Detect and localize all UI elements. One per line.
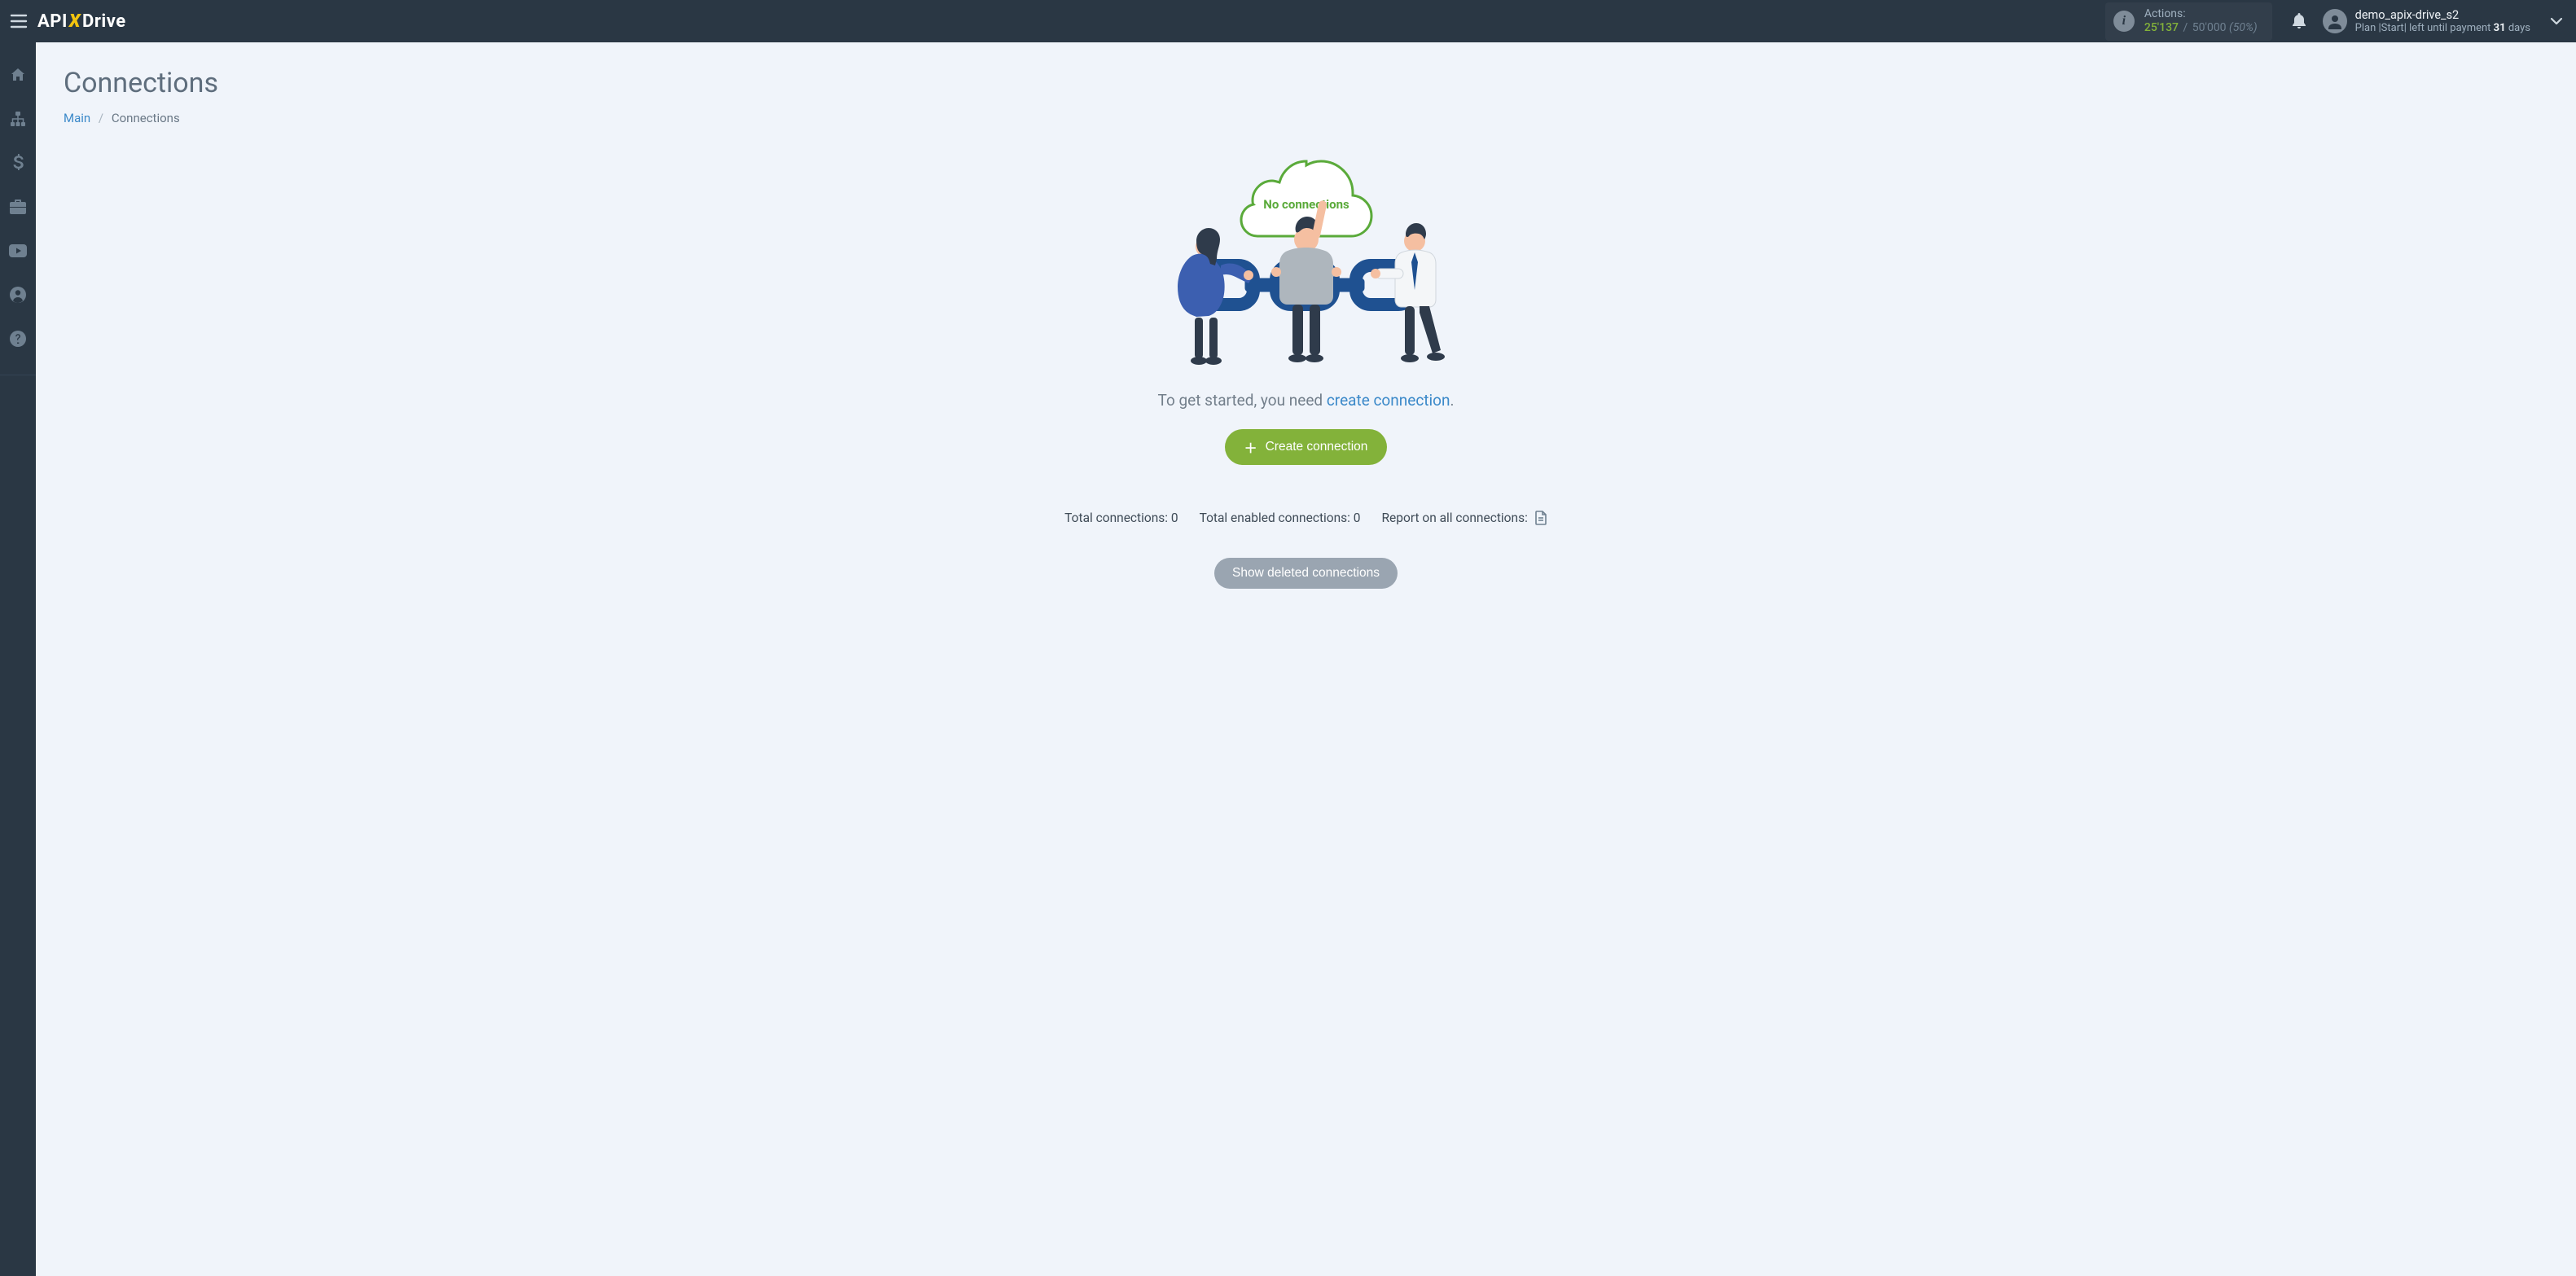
report-download-button[interactable] — [1534, 511, 1547, 525]
stat-enabled: Total enabled connections: 0 — [1200, 511, 1361, 525]
app-logo[interactable]: API X Drive — [37, 11, 126, 32]
create-connection-link[interactable]: create connection — [1327, 391, 1450, 410]
user-menu-chevron[interactable] — [2547, 11, 2566, 31]
logo-part-drive: Drive — [82, 11, 126, 32]
breadcrumb: Main / Connections — [64, 111, 2548, 125]
actions-percent: (50%) — [2229, 21, 2258, 34]
briefcase-icon — [10, 200, 26, 214]
cloud-label: No connections — [1263, 197, 1349, 212]
user-text: demo_apix-drive_s2 Plan |Start| left unt… — [2355, 8, 2530, 35]
user-name: demo_apix-drive_s2 — [2355, 8, 2530, 22]
breadcrumb-separator: / — [94, 111, 108, 125]
logo-part-x: X — [68, 11, 82, 32]
avatar-icon — [2323, 9, 2347, 33]
actions-used: 25'137 — [2144, 21, 2179, 34]
stat-total-value: 0 — [1171, 511, 1178, 525]
home-icon — [10, 67, 26, 83]
stat-enabled-value: 0 — [1354, 511, 1361, 525]
dollar-icon — [12, 154, 24, 172]
get-started-text: To get started, you need create connecti… — [1158, 391, 1455, 410]
plus-icon: ＋ — [1244, 437, 1257, 457]
actions-values: 25'137 / 50'000 (50%) — [2144, 21, 2258, 36]
sidebar-item-briefcase[interactable] — [5, 194, 31, 220]
file-icon — [1534, 511, 1547, 525]
actions-limit: 50'000 — [2192, 21, 2227, 34]
sidebar-item-account[interactable] — [5, 282, 31, 308]
create-connection-button-label: Create connection — [1266, 440, 1368, 454]
notifications-button[interactable] — [2287, 9, 2311, 33]
info-icon: i — [2113, 11, 2135, 32]
actions-text: Actions: 25'137 / 50'000 (50%) — [2144, 7, 2258, 36]
menu-toggle[interactable] — [7, 9, 31, 33]
empty-state: No connections — [64, 143, 2548, 589]
question-circle-icon — [10, 331, 26, 347]
bell-icon — [2292, 13, 2306, 29]
top-bar: API X Drive i Actions: 25'137 / 50'000 (… — [0, 0, 2576, 42]
actions-label: Actions: — [2144, 7, 2258, 22]
user-circle-icon — [10, 287, 26, 303]
user-plan: Plan |Start| left until payment 31 days — [2355, 22, 2530, 35]
show-deleted-button[interactable]: Show deleted connections — [1214, 558, 1398, 589]
breadcrumb-root[interactable]: Main — [64, 111, 90, 125]
sidebar-item-help[interactable] — [5, 326, 31, 352]
actions-separator: / — [2182, 21, 2190, 34]
get-started-suffix: . — [1450, 391, 1454, 410]
logo-part-api: API — [37, 11, 68, 32]
sidebar-item-youtube[interactable] — [5, 238, 31, 264]
youtube-icon — [9, 244, 27, 257]
main-content: Connections Main / Connections No connec… — [36, 42, 2576, 1276]
sidebar — [0, 42, 36, 1276]
breadcrumb-current: Connections — [112, 111, 180, 125]
stat-report: Report on all connections: — [1382, 511, 1547, 525]
chevron-down-icon — [2550, 17, 2563, 25]
stat-total: Total connections: 0 — [1064, 511, 1178, 525]
get-started-prefix: To get started, you need — [1158, 391, 1327, 410]
no-connections-illustration: No connections — [1164, 143, 1449, 371]
user-menu[interactable]: demo_apix-drive_s2 Plan |Start| left unt… — [2323, 8, 2530, 35]
page-title: Connections — [64, 67, 2548, 99]
sidebar-item-home[interactable] — [5, 62, 31, 88]
hamburger-icon — [10, 14, 28, 29]
stats-row: Total connections: 0 Total enabled conne… — [1064, 511, 1547, 525]
sidebar-item-connections[interactable] — [5, 106, 31, 132]
actions-usage-box[interactable]: i Actions: 25'137 / 50'000 (50%) — [2105, 2, 2272, 41]
create-connection-button[interactable]: ＋ Create connection — [1225, 429, 1388, 465]
sidebar-item-billing[interactable] — [5, 150, 31, 176]
sitemap-icon — [10, 111, 26, 127]
